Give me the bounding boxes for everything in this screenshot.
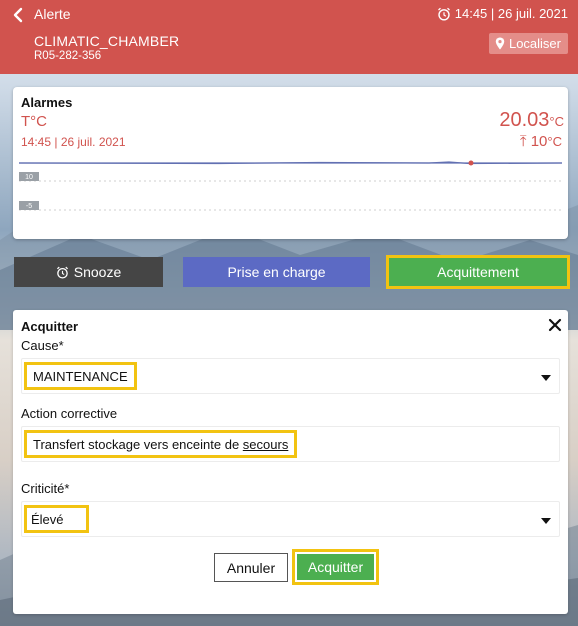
sensor-timestamp: 14:45 | 26 juil. 2021 bbox=[21, 135, 126, 149]
location-pin-icon bbox=[495, 37, 505, 50]
y-tick-label-neg5: -5 bbox=[26, 203, 32, 210]
acquitter-label: Acquitter bbox=[307, 559, 364, 575]
threshold-unit: °C bbox=[547, 134, 562, 149]
annuler-button[interactable]: Annuler bbox=[214, 553, 288, 582]
alarm-clock-icon bbox=[56, 266, 68, 279]
action-corrective-label: Action corrective bbox=[21, 406, 118, 421]
action-corrective-value: Transfert stockage vers enceinte de seco… bbox=[24, 430, 298, 458]
acquittement-label: Acquittement bbox=[437, 264, 519, 280]
y-tick-label-10: 10 bbox=[25, 174, 33, 181]
header-timestamp: 14:45 | 26 juil. 2021 bbox=[437, 6, 568, 21]
threshold-number: 10 bbox=[530, 133, 548, 150]
sensor-threshold: ⤒ 10°C bbox=[520, 133, 562, 150]
back-chevron-icon[interactable] bbox=[8, 5, 28, 25]
annuler-label: Annuler bbox=[226, 559, 276, 576]
cause-label: Cause* bbox=[21, 338, 64, 353]
threshold-icon: ⤒ bbox=[519, 133, 527, 150]
alarm-card-title: Alarmes bbox=[21, 95, 73, 110]
acquitter-panel: Acquitter Cause* MAINTENANCE Action corr… bbox=[13, 310, 568, 614]
sensor-value: 20.03°C bbox=[499, 109, 564, 132]
sensor-value-unit: °C bbox=[549, 114, 564, 129]
header-time-text: 14:45 | 26 juil. 2021 bbox=[454, 6, 568, 21]
sensor-label: T°C bbox=[21, 113, 47, 130]
panel-title: Acquitter bbox=[21, 319, 79, 334]
criticite-selected-value: Élevé bbox=[24, 505, 89, 533]
prise-en-charge-label: Prise en charge bbox=[227, 264, 326, 280]
sensor-value-number: 20.03 bbox=[499, 109, 550, 131]
action-corrective-input[interactable]: Transfert stockage vers enceinte de seco… bbox=[21, 426, 560, 462]
dropdown-arrow-icon bbox=[541, 375, 551, 381]
device-id: R05-282-356 bbox=[34, 50, 102, 62]
acquitter-button-fill: Acquitter bbox=[297, 554, 374, 580]
temperature-sparkline: 10 -5 bbox=[19, 160, 562, 211]
page-title: Alerte bbox=[34, 6, 71, 22]
localiser-label: Localiser bbox=[508, 36, 561, 51]
criticite-label: Criticité* bbox=[21, 481, 70, 496]
device-name: CLIMATIC_CHAMBER bbox=[34, 33, 180, 49]
cause-select[interactable]: MAINTENANCE bbox=[21, 358, 560, 394]
prise-en-charge-button[interactable]: Prise en charge bbox=[183, 257, 370, 287]
cause-selected-value: MAINTENANCE bbox=[24, 362, 137, 390]
snooze-label: Snooze bbox=[73, 264, 122, 280]
localiser-button[interactable]: Localiser bbox=[488, 33, 568, 54]
dropdown-arrow-icon bbox=[541, 518, 551, 524]
action-corrective-link-word: secours bbox=[242, 436, 289, 452]
acquitter-button[interactable]: Acquitter bbox=[292, 549, 379, 585]
app-header: Alerte 14:45 | 26 juil. 2021 CLIMATIC_CH… bbox=[0, 0, 578, 74]
acquittement-button[interactable]: Acquittement bbox=[386, 255, 570, 289]
current-point bbox=[468, 160, 474, 166]
close-icon[interactable] bbox=[548, 318, 562, 332]
action-corrective-text: Transfert stockage vers enceinte de bbox=[33, 436, 243, 452]
alarm-card[interactable]: Alarmes T°C 14:45 | 26 juil. 2021 20.03°… bbox=[13, 87, 568, 239]
alarm-clock-icon bbox=[437, 7, 450, 21]
snooze-button[interactable]: Snooze bbox=[14, 257, 163, 287]
criticite-select[interactable]: Élevé bbox=[21, 501, 560, 537]
